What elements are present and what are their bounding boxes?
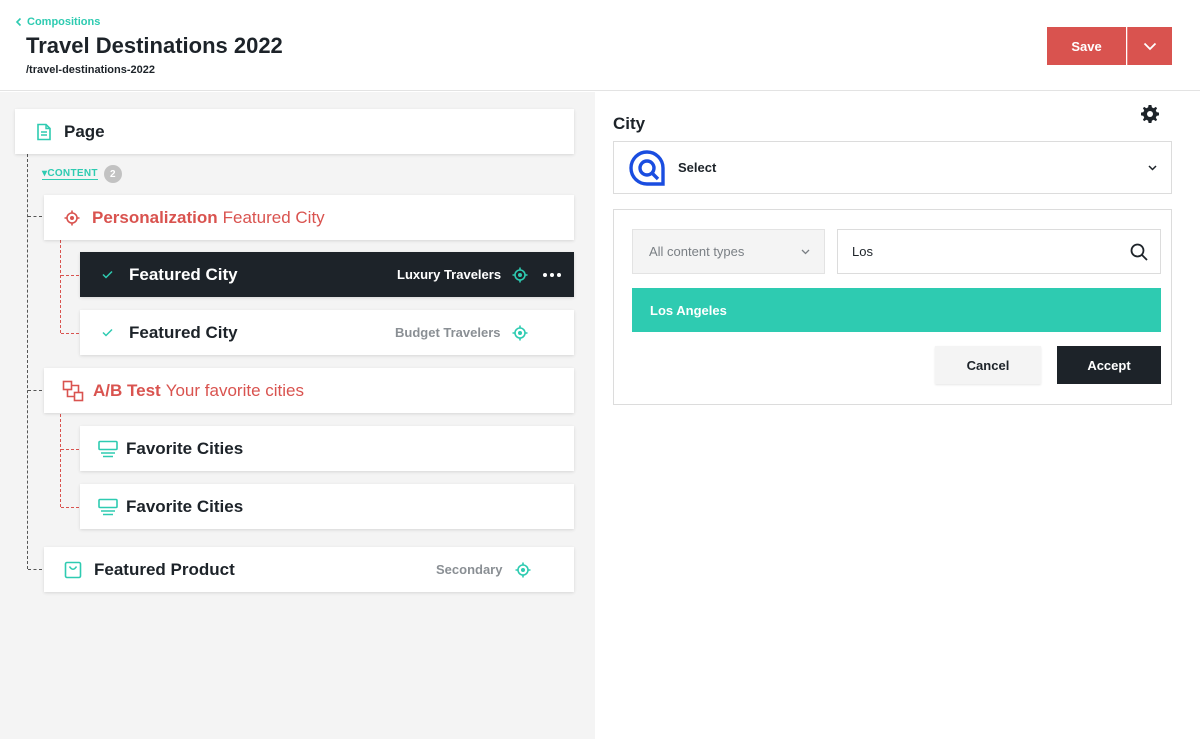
check-icon [102, 328, 113, 337]
target-icon [512, 325, 528, 340]
save-button[interactable]: Save [1047, 27, 1126, 65]
city-select[interactable]: Select [613, 141, 1172, 194]
content-search-panel: All content types Los Angeles Cancel Acc… [613, 209, 1172, 405]
page-node[interactable]: Page [15, 109, 574, 154]
content-search-input[interactable] [837, 229, 1161, 274]
city-field-label: City [613, 114, 646, 133]
ab-variant-label: Favorite Cities [126, 438, 244, 458]
check-icon [102, 270, 113, 279]
save-options-button[interactable] [1127, 27, 1172, 65]
variant-criteria: Budget Travelers [395, 325, 501, 340]
save-button-group: Save [1047, 27, 1172, 65]
tree-connector [61, 449, 79, 450]
composition-tree-panel: Page ▾CONTENT 2 Personalization Featured… [0, 92, 595, 739]
content-count-badge: 2 [103, 165, 122, 183]
product-criteria: Secondary [436, 562, 503, 577]
header: Compositions Travel Destinations 2022 /t… [0, 0, 1200, 91]
ab-test-name: Your favorite cities [165, 380, 304, 400]
ab-variant-label: Favorite Cities [126, 496, 244, 516]
variant-label: Featured City [129, 264, 238, 284]
tree-connector [60, 240, 61, 333]
personalization-name: Featured City [222, 207, 325, 227]
content-slot-toggle[interactable]: ▾CONTENT 2 [42, 165, 122, 183]
page-title: Travel Destinations 2022 [26, 33, 283, 58]
personalization-type: Personalization [92, 207, 218, 227]
algolia-logo-icon [629, 149, 665, 186]
field-editor-panel: City Select All content types Los Angele… [595, 92, 1200, 739]
ab-test-node[interactable]: A/B Test Your favorite cities [44, 368, 574, 413]
document-icon [37, 123, 51, 140]
target-icon [512, 267, 528, 282]
cancel-button[interactable]: Cancel [935, 346, 1041, 384]
tree-connector [28, 569, 42, 570]
variant-criteria: Luxury Travelers [397, 267, 502, 282]
list-component-icon [98, 440, 118, 457]
content-type-select-value: All content types [649, 244, 745, 259]
city-select-value: Select [678, 160, 717, 175]
tree-connector [28, 216, 42, 217]
chevron-left-icon [15, 17, 22, 27]
target-icon [64, 210, 80, 225]
variant-node-selected[interactable]: Featured City Luxury Travelers [80, 252, 574, 297]
tree-connector [28, 390, 42, 391]
search-result-item[interactable]: Los Angeles [632, 288, 1161, 332]
ab-test-type: A/B Test [93, 380, 161, 400]
content-slot-label: CONTENT [47, 168, 98, 179]
page-slug: /travel-destinations-2022 [26, 64, 155, 76]
accept-button[interactable]: Accept [1057, 346, 1161, 384]
variant-node[interactable]: Featured City Budget Travelers [80, 310, 574, 355]
gear-icon[interactable] [1140, 104, 1160, 124]
ab-test-icon [62, 380, 84, 401]
chevron-down-icon [801, 249, 810, 254]
content-type-select[interactable]: All content types [632, 229, 825, 274]
search-icon[interactable] [1129, 242, 1149, 262]
chevron-down-icon [1148, 164, 1157, 171]
back-link-label: Compositions [27, 16, 101, 28]
target-icon [515, 562, 531, 577]
product-node[interactable]: Featured Product Secondary [44, 547, 574, 592]
personalization-node[interactable]: Personalization Featured City [44, 195, 574, 240]
list-component-icon [98, 498, 118, 515]
tree-connector [61, 507, 79, 508]
product-label: Featured Product [94, 559, 235, 579]
ab-variant-node[interactable]: Favorite Cities [80, 426, 574, 471]
back-link[interactable]: Compositions [15, 16, 100, 28]
product-icon [64, 561, 82, 578]
more-options-icon[interactable] [543, 272, 561, 277]
tree-connector [60, 414, 61, 507]
variant-label: Featured City [129, 322, 238, 342]
tree-connector [61, 333, 79, 334]
chevron-down-icon [1143, 42, 1157, 50]
ab-variant-node[interactable]: Favorite Cities [80, 484, 574, 529]
tree-connector [61, 275, 79, 276]
page-node-label: Page [64, 121, 105, 141]
